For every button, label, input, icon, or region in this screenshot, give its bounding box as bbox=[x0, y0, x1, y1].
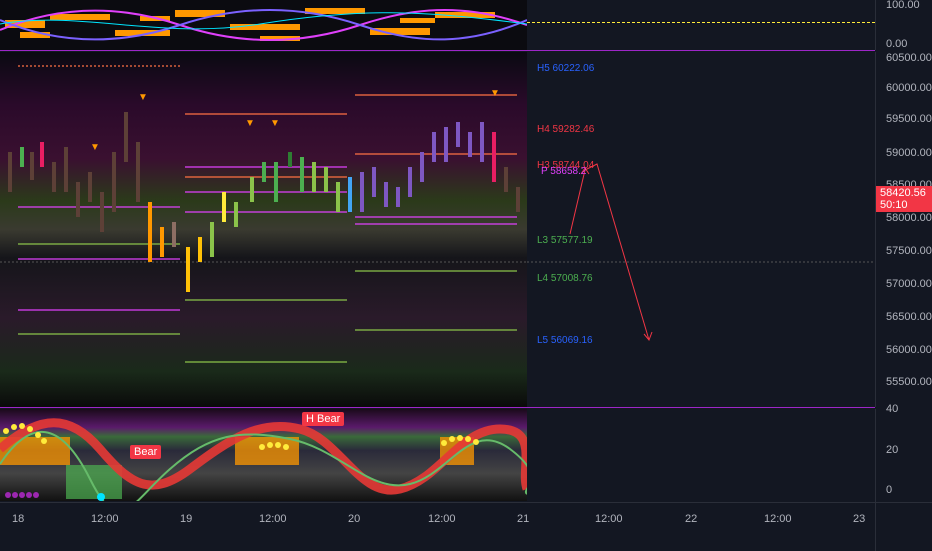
time-label: 18 bbox=[12, 513, 25, 525]
level-h4: H4 59282.46 bbox=[537, 124, 595, 135]
top-tick: 100.00 bbox=[886, 0, 920, 11]
osc-tick: 0 bbox=[886, 484, 893, 496]
price-tick: 59500.00 bbox=[886, 113, 932, 125]
top-oscillator-plot bbox=[0, 0, 527, 50]
time-label: 20 bbox=[348, 513, 361, 525]
price-tick: 57000.00 bbox=[886, 278, 932, 290]
level-l4: L4 57008.76 bbox=[537, 273, 593, 284]
price-tick: 57500.00 bbox=[886, 245, 932, 257]
oscillator-scale[interactable]: 40 20 0 bbox=[875, 403, 932, 502]
level-p: P 58658.2 bbox=[541, 166, 587, 177]
time-label: 22 bbox=[685, 513, 698, 525]
level-l3: L3 57577.19 bbox=[537, 235, 593, 246]
time-label: 12:00 bbox=[595, 513, 623, 525]
axis-corner bbox=[875, 502, 932, 551]
price-tick: 55500.00 bbox=[886, 376, 932, 388]
svg-text:▼: ▼ bbox=[270, 118, 280, 129]
main-price-pane[interactable]: ▼ ▼ ▼ ▼ ▼ bbox=[0, 52, 527, 407]
time-label: 23 bbox=[853, 513, 866, 525]
price-tick: 60500.00 bbox=[886, 52, 932, 64]
time-label: 19 bbox=[180, 513, 193, 525]
top-oscillator-pane[interactable] bbox=[0, 0, 527, 50]
time-label: 12:00 bbox=[259, 513, 287, 525]
top-future-area bbox=[527, 0, 875, 50]
time-axis[interactable]: 18 12:00 19 12:00 20 12:00 21 12:00 22 1… bbox=[0, 502, 875, 551]
pane-separator[interactable] bbox=[0, 407, 875, 408]
bottom-oscillator-plot bbox=[0, 409, 527, 501]
price-tick: 60000.00 bbox=[886, 82, 932, 94]
future-area[interactable]: H5 60222.06 H4 59282.46 H3 58744.04 P 58… bbox=[527, 52, 875, 407]
current-price-value: 58420.56 bbox=[880, 187, 926, 199]
bear-badge: Bear bbox=[130, 445, 162, 459]
time-label: 12:00 bbox=[428, 513, 456, 525]
price-tick: 56000.00 bbox=[886, 344, 932, 356]
osc-tick: 20 bbox=[886, 444, 899, 456]
price-tick: 59000.00 bbox=[886, 147, 932, 159]
osc-tick: 40 bbox=[886, 403, 899, 415]
bottom-oscillator-pane[interactable]: H Bear Bear bbox=[0, 409, 527, 501]
price-chart: ▼ ▼ ▼ ▼ ▼ bbox=[0, 52, 527, 407]
time-label: 21 bbox=[517, 513, 530, 525]
time-label: 12:00 bbox=[764, 513, 792, 525]
level-l5: L5 56069.16 bbox=[537, 335, 593, 346]
svg-text:▼: ▼ bbox=[90, 142, 100, 153]
purple-dots bbox=[5, 492, 39, 498]
price-scale[interactable]: 60500.00 60000.00 59500.00 59000.00 5850… bbox=[875, 52, 932, 407]
price-tick: 58000.00 bbox=[886, 212, 932, 224]
osc-future-area bbox=[527, 409, 875, 502]
bar-countdown: 50:10 bbox=[880, 199, 908, 211]
level-h5: H5 60222.06 bbox=[537, 63, 595, 74]
svg-text:▼: ▼ bbox=[138, 92, 148, 103]
price-tick: 56500.00 bbox=[886, 311, 932, 323]
svg-text:▼: ▼ bbox=[490, 88, 500, 99]
time-label: 12:00 bbox=[91, 513, 119, 525]
current-price-label: 58420.56 50:10 bbox=[876, 186, 932, 212]
top-scale[interactable]: 100.00 0.00 bbox=[875, 0, 932, 50]
top-tick: 0.00 bbox=[886, 38, 908, 50]
pane-separator[interactable] bbox=[0, 50, 875, 51]
h-bear-badge: H Bear bbox=[302, 412, 345, 426]
svg-text:▼: ▼ bbox=[245, 118, 255, 129]
